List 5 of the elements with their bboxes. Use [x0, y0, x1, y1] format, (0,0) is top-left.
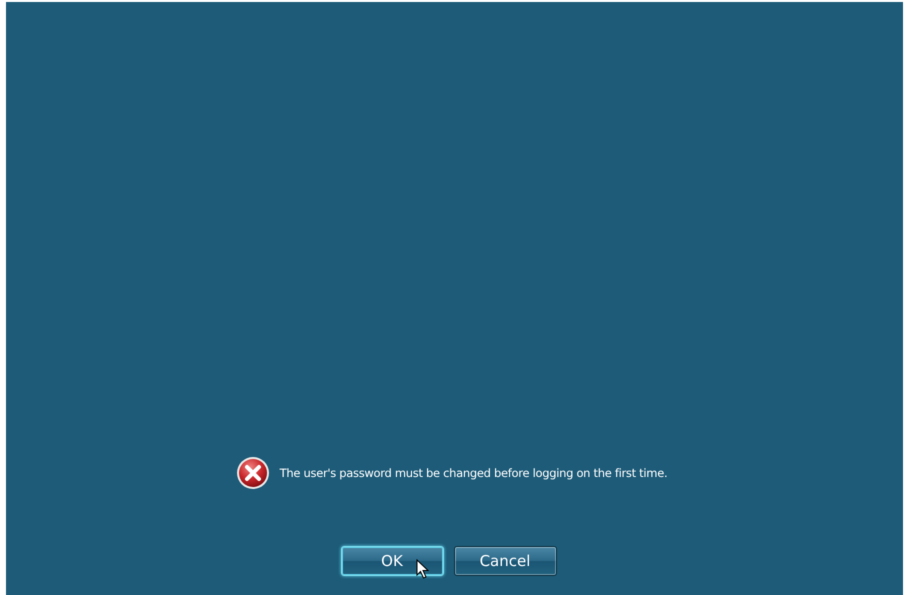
error-message: The user's password must be changed before logging on the first time.: [280, 466, 668, 480]
dialog-button[interactable]: Cancel: [454, 546, 556, 576]
error-icon: [236, 456, 270, 490]
mouse-pointer-icon: [416, 559, 428, 579]
dialog-button[interactable]: OK: [340, 546, 444, 576]
